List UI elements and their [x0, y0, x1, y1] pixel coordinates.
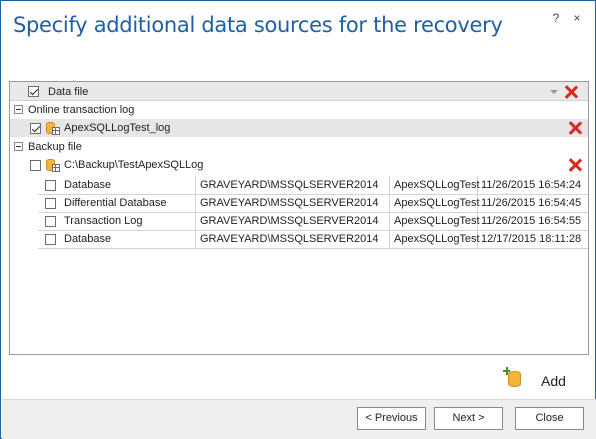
backup-type: Database — [64, 179, 112, 191]
database-file-icon — [46, 122, 60, 135]
dialog-title: Specify additional data sources for the … — [13, 13, 503, 37]
data-file-label: Data file — [48, 86, 89, 98]
backup-date: 11/26/2015 16:54:45 — [481, 197, 582, 209]
table-row[interactable]: Transaction Log GRAVEYARD\MSSQLSERVER201… — [10, 212, 588, 230]
backup-server: GRAVEYARD\MSSQLSERVER2014 — [200, 215, 379, 227]
backup-date: 11/26/2015 16:54:55 — [481, 215, 582, 227]
remove-all-icon[interactable] — [564, 85, 578, 99]
recovery-dialog: Specify additional data sources for the … — [0, 0, 596, 439]
backup-type: Transaction Log — [64, 215, 143, 227]
backup-server: GRAVEYARD\MSSQLSERVER2014 — [200, 179, 379, 191]
backup-file-row[interactable]: C:\Backup\TestApexSQLLog — [10, 156, 588, 174]
table-row[interactable]: Database GRAVEYARD\MSSQLSERVER2014 ApexS… — [10, 230, 588, 248]
backup-database: ApexSQLLogTest — [394, 197, 480, 209]
collapse-icon[interactable] — [14, 105, 23, 114]
row-checkbox[interactable] — [45, 180, 56, 191]
row-label: C:\Backup\TestApexSQLLog — [64, 159, 204, 171]
backup-database: ApexSQLLogTest — [394, 179, 480, 191]
row-checkbox[interactable] — [30, 160, 41, 171]
remove-icon[interactable] — [568, 158, 582, 172]
remove-icon[interactable] — [568, 121, 582, 135]
add-database-icon[interactable] — [503, 367, 523, 387]
backup-type: Differential Database — [64, 197, 167, 209]
row-checkbox[interactable] — [45, 216, 56, 227]
backup-date: 12/17/2015 18:11:28 — [481, 233, 582, 245]
row-label: ApexSQLLogTest_log — [64, 122, 171, 134]
row-checkbox[interactable] — [45, 198, 56, 209]
backup-date: 11/26/2015 16:54:24 — [481, 179, 582, 191]
chevron-down-icon[interactable] — [550, 90, 558, 94]
table-row[interactable]: Differential Database GRAVEYARD\MSSQLSER… — [10, 194, 588, 212]
group-backup-file: Backup file — [10, 138, 588, 156]
backup-database: ApexSQLLogTest — [394, 215, 480, 227]
backup-type: Database — [64, 233, 112, 245]
group-label: Online transaction log — [28, 104, 135, 116]
grid-header: Data file — [10, 82, 588, 101]
add-button[interactable]: Add — [541, 373, 566, 389]
data-file-checkbox[interactable] — [28, 86, 39, 97]
dialog-footer — [2, 399, 596, 439]
backup-file-icon — [46, 159, 60, 172]
row-checkbox[interactable] — [30, 123, 41, 134]
list-item[interactable]: ApexSQLLogTest_log — [10, 119, 588, 137]
backup-database: ApexSQLLogTest — [394, 233, 480, 245]
table-row[interactable]: Database GRAVEYARD\MSSQLSERVER2014 ApexS… — [10, 176, 588, 194]
group-label: Backup file — [28, 141, 82, 153]
row-checkbox[interactable] — [45, 234, 56, 245]
data-sources-grid: Data file Online transaction log ApexSQL… — [9, 81, 589, 355]
help-button[interactable]: ? — [549, 11, 563, 27]
next-button[interactable]: Next > — [434, 407, 503, 430]
backup-server: GRAVEYARD\MSSQLSERVER2014 — [200, 197, 379, 209]
close-icon[interactable]: × — [570, 11, 584, 27]
collapse-icon[interactable] — [14, 142, 23, 151]
close-button[interactable]: Close — [515, 407, 584, 430]
backup-server: GRAVEYARD\MSSQLSERVER2014 — [200, 233, 379, 245]
group-online-transaction-log: Online transaction log — [10, 101, 588, 119]
previous-button[interactable]: < Previous — [357, 407, 426, 430]
